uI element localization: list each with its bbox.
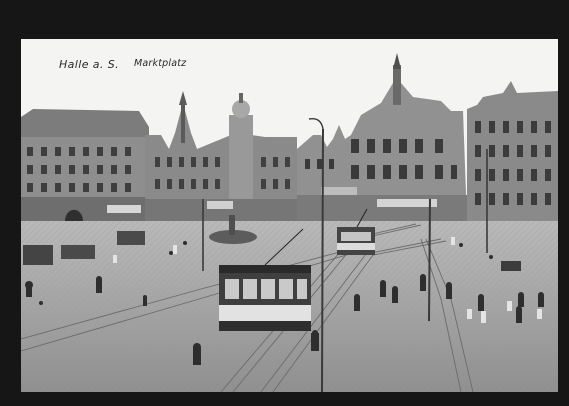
market-square-photo: Halle a. S. Marktplatz (21, 39, 558, 392)
postcard-frame: Halle a. S. Marktplatz (0, 0, 569, 406)
right-building (467, 81, 558, 221)
caption-place: Marktplatz (134, 58, 187, 69)
caption-city: Halle a. S. (59, 58, 120, 71)
left-buildings (21, 109, 149, 221)
market-square-scene (21, 39, 558, 392)
